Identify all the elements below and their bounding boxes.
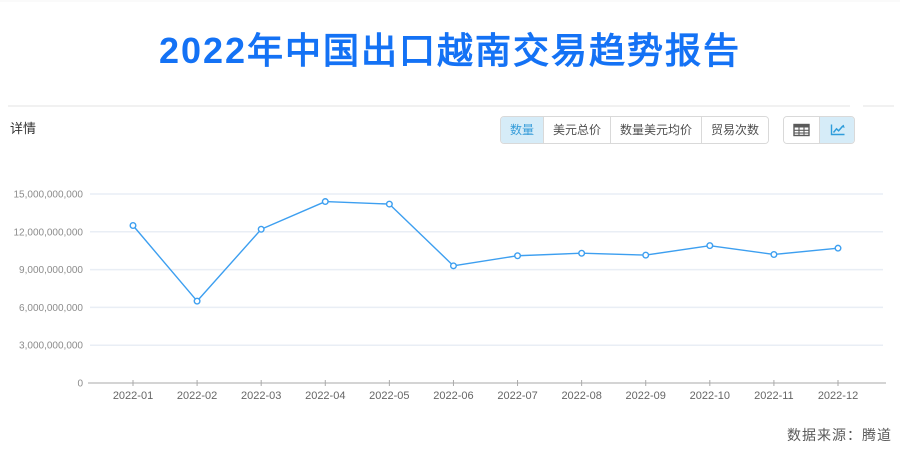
x-axis-label: 2022-12 bbox=[818, 390, 858, 402]
metric-tab-group: 数量 美元总价 数量美元均价 贸易次数 bbox=[499, 116, 769, 144]
tab-trade-count[interactable]: 贸易次数 bbox=[700, 117, 768, 143]
data-point-2022-01[interactable] bbox=[129, 221, 137, 229]
tab-usd-average[interactable]: 数量美元均价 bbox=[609, 117, 701, 143]
data-point-2022-02[interactable] bbox=[193, 297, 201, 305]
y-axis-label: 0 bbox=[77, 379, 83, 390]
data-point-2022-06[interactable] bbox=[449, 262, 457, 270]
trend-chart[interactable]: 0 3,000,000,000 6,000,000,000 9,000,000,000… bbox=[0, 157, 900, 412]
y-axis-label: 3,000,000,000 bbox=[19, 341, 83, 352]
divider-segment bbox=[863, 105, 894, 107]
data-point-2022-09[interactable] bbox=[642, 251, 650, 259]
page-title: 2022年中国出口越南交易趋势报告 bbox=[158, 30, 742, 71]
data-point-2022-12[interactable] bbox=[834, 244, 842, 252]
y-axis-label: 6,000,000,000 bbox=[19, 303, 83, 314]
toolbar-controls: 数量 美元总价 数量美元均价 贸易次数 bbox=[499, 116, 855, 144]
line-chart-icon bbox=[830, 124, 845, 136]
y-axis-label: 9,000,000,000 bbox=[19, 265, 83, 276]
report-page: 2022年中国出口越南交易趋势报告 详情 数量 美元总价 数量美元均价 贸易次数 bbox=[0, 0, 900, 464]
x-axis-label: 2022-02 bbox=[177, 390, 217, 402]
x-axis-label: 2022-06 bbox=[433, 390, 473, 402]
trend-line bbox=[132, 200, 839, 302]
section-label: 详情 bbox=[10, 121, 37, 136]
source-note: 数据来源：腾道 bbox=[787, 427, 892, 443]
x-axis-label: 2022-05 bbox=[369, 390, 409, 402]
tab-quantity[interactable]: 数量 bbox=[500, 117, 543, 143]
x-axis-label: 2022-09 bbox=[626, 390, 666, 402]
divider bbox=[8, 105, 850, 107]
x-axis-label: 2022-04 bbox=[305, 390, 345, 402]
y-axis-label: 12,000,000,000 bbox=[13, 227, 83, 238]
x-axis-label: 2022-03 bbox=[241, 390, 281, 402]
x-axis-label: 2022-11 bbox=[754, 390, 794, 402]
data-point-2022-07[interactable] bbox=[514, 252, 522, 260]
x-axis-label: 2022-08 bbox=[561, 390, 601, 402]
data-point-2022-10[interactable] bbox=[706, 242, 714, 250]
chart-view-button[interactable] bbox=[819, 117, 854, 143]
view-toggle-group bbox=[783, 116, 855, 144]
data-point-2022-04[interactable] bbox=[321, 198, 329, 206]
y-axis-label: 15,000,000,000 bbox=[13, 190, 83, 201]
table-icon bbox=[793, 123, 810, 137]
chart-area[interactable]: 0 3,000,000,000 6,000,000,000 9,000,000,000… bbox=[0, 157, 900, 412]
data-point-2022-05[interactable] bbox=[385, 200, 393, 208]
x-axis-label: 2022-01 bbox=[113, 390, 153, 402]
data-point-2022-03[interactable] bbox=[257, 225, 265, 233]
data-point-2022-11[interactable] bbox=[770, 250, 778, 258]
x-axis-label: 2022-10 bbox=[690, 390, 730, 402]
table-view-button[interactable] bbox=[784, 117, 819, 143]
data-point-2022-08[interactable] bbox=[578, 249, 586, 257]
tab-usd-total[interactable]: 美元总价 bbox=[542, 117, 610, 143]
chart-toolbar: 详情 数量 美元总价 数量美元均价 贸易次数 bbox=[0, 115, 900, 144]
x-axis-label: 2022-07 bbox=[497, 390, 537, 402]
